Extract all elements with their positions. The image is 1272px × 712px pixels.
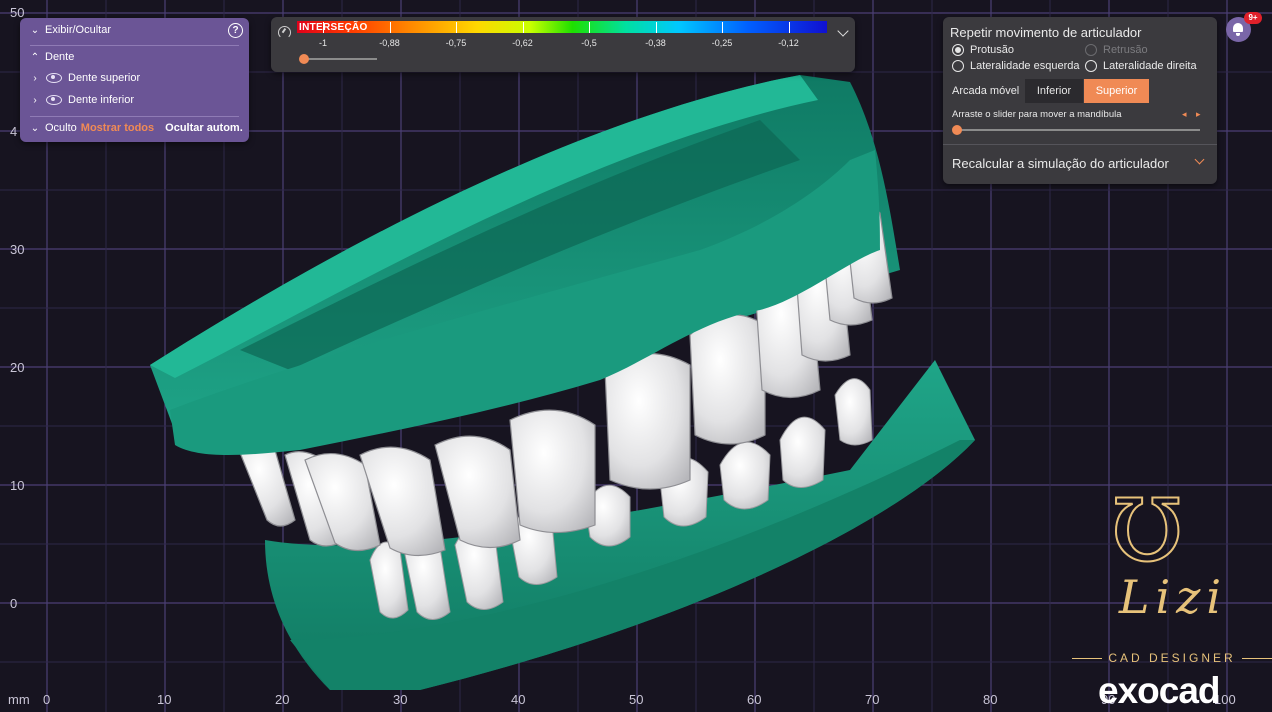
scale-slider-track[interactable] bbox=[301, 58, 377, 60]
x-tick-label: 0 bbox=[43, 692, 51, 707]
scale-tick bbox=[722, 22, 723, 33]
show-all-link[interactable]: Mostrar todos bbox=[81, 122, 154, 134]
recalculate-row[interactable]: Recalcular a simulação do articulador bbox=[943, 145, 1217, 184]
y-tick-label: 10 bbox=[10, 478, 25, 493]
moving-arch-label: Arcada móvel bbox=[952, 85, 1020, 97]
divider bbox=[30, 116, 239, 117]
chevron-right-icon[interactable]: › bbox=[28, 95, 42, 106]
scale-tick bbox=[522, 22, 524, 33]
arch-button-superior[interactable]: Superior bbox=[1084, 79, 1149, 103]
eye-icon[interactable] bbox=[46, 73, 62, 83]
scale-slider-knob[interactable] bbox=[299, 54, 309, 64]
radio-indicator bbox=[952, 60, 964, 72]
x-tick-label: 70 bbox=[865, 692, 880, 707]
group-label: Dente bbox=[45, 51, 75, 63]
gauge-icon[interactable] bbox=[278, 26, 291, 39]
radio-label: Retrusão bbox=[1103, 44, 1148, 56]
scale-tick-label: -0,12 bbox=[778, 38, 799, 48]
hidden-label: Oculto bbox=[45, 122, 77, 134]
scale-tick-label: -0,25 bbox=[711, 38, 733, 48]
recalculate-label: Recalcular a simulação do articulador bbox=[952, 156, 1169, 171]
y-tick-label: 20 bbox=[10, 360, 25, 375]
chevron-right-icon[interactable]: ▸ bbox=[1196, 109, 1201, 120]
axis-unit-label: mm bbox=[8, 692, 30, 707]
radio-label: Lateralidade esquerda bbox=[970, 60, 1080, 72]
scale-title: INTERSEÇÃO bbox=[299, 22, 368, 33]
auto-hide-link[interactable]: Ocultar autom. bbox=[165, 122, 243, 134]
x-tick-label: 20 bbox=[275, 692, 290, 707]
radio-label: Protusão bbox=[970, 44, 1015, 56]
chevron-down-icon[interactable] bbox=[837, 25, 849, 37]
hidden-row: ⌄ Oculto Mostrar todos Ocultar autom. bbox=[28, 122, 243, 134]
chevron-right-icon[interactable]: › bbox=[28, 73, 42, 84]
radio-label: Lateralidade direita bbox=[1103, 60, 1197, 72]
scale-tick bbox=[788, 22, 790, 33]
x-tick-label: 10 bbox=[157, 692, 172, 707]
scale-tick bbox=[389, 22, 391, 33]
item-label: Dente superior bbox=[68, 72, 141, 84]
radio-lateralidade-esquerda[interactable]: Lateralidade esquerda bbox=[952, 60, 1079, 72]
chevron-up-icon: ⌃ bbox=[30, 51, 40, 63]
y-tick-label: 4 bbox=[10, 124, 18, 139]
scale-tick-label: -0,5 bbox=[581, 38, 597, 48]
radio-retrusao[interactable]: Retrusão bbox=[1085, 44, 1148, 56]
articulator-panel: Repetir movimento de articulador Protusã… bbox=[943, 17, 1217, 184]
scale-tick bbox=[655, 22, 657, 33]
scale-tick-label: -0,88 bbox=[379, 38, 400, 48]
chevron-down-icon: ⌄ bbox=[30, 24, 40, 36]
mandible-slider-track[interactable] bbox=[956, 129, 1200, 131]
bell-icon bbox=[1233, 23, 1243, 32]
chevron-left-icon[interactable]: ◂ bbox=[1182, 109, 1187, 120]
x-tick-label: 60 bbox=[747, 692, 762, 707]
chevron-down-icon[interactable]: ⌄ bbox=[28, 123, 42, 134]
radio-indicator bbox=[1085, 60, 1097, 72]
slider-hint: Arraste o slider para mover a mandíbula bbox=[952, 109, 1122, 120]
group-dente[interactable]: ⌃ Dente bbox=[28, 51, 75, 63]
visibility-header[interactable]: ⌄ Exibir/Ocultar bbox=[28, 24, 111, 36]
scale-tick bbox=[589, 22, 590, 33]
item-dente-inferior[interactable]: › Dente inferior bbox=[28, 94, 134, 106]
x-tick-label: 40 bbox=[511, 692, 526, 707]
bell-icon-clapper bbox=[1236, 33, 1240, 36]
scale-tick-label: -0,38 bbox=[645, 38, 666, 48]
visibility-panel: ⌄ Exibir/Ocultar ? ⌃ Dente › Dente super… bbox=[20, 18, 249, 142]
radio-protusao[interactable]: Protusão bbox=[952, 44, 1014, 56]
radio-indicator bbox=[1085, 44, 1097, 56]
divider bbox=[30, 45, 239, 46]
designer-logo-subtitle: CAD DESIGNER bbox=[1108, 651, 1236, 665]
notification-badge: 9+ bbox=[1244, 12, 1262, 24]
scale-tick-label: -1 bbox=[318, 38, 328, 48]
brand-tooth-logo-mark: ʊ bbox=[1110, 450, 1184, 589]
scale-tick-label: -0,75 bbox=[445, 38, 467, 48]
scale-tick bbox=[323, 22, 324, 33]
item-label: Dente inferior bbox=[68, 94, 135, 106]
x-tick-label: 80 bbox=[983, 692, 998, 707]
intersection-scale-panel: INTERSEÇÃO -1 -0,88 -0,75 -0,62 -0,5 -0,38 -0,… bbox=[271, 17, 855, 72]
articulator-title: Repetir movimento de articulador bbox=[950, 25, 1142, 40]
mandible-slider-knob[interactable] bbox=[952, 125, 962, 135]
exocad-logo: exocad bbox=[1098, 670, 1221, 711]
question-circle-icon[interactable]: ? bbox=[228, 23, 243, 38]
y-tick-label: 0 bbox=[10, 596, 18, 611]
arch-button-inferior[interactable]: Inferior bbox=[1025, 79, 1083, 103]
visibility-title: Exibir/Ocultar bbox=[45, 24, 112, 36]
x-tick-label: 30 bbox=[393, 692, 408, 707]
chevron-down-icon[interactable] bbox=[1194, 154, 1205, 165]
item-dente-superior[interactable]: › Dente superior bbox=[28, 72, 140, 84]
color-scale-bar bbox=[297, 21, 827, 33]
y-tick-label: 30 bbox=[10, 242, 25, 257]
eye-icon[interactable] bbox=[46, 95, 62, 105]
scale-tick-label: -0,62 bbox=[512, 38, 533, 48]
scale-tick bbox=[456, 22, 457, 33]
x-tick-label: 50 bbox=[629, 692, 644, 707]
designer-logo-name: Lizi bbox=[1118, 570, 1228, 624]
radio-indicator bbox=[952, 44, 964, 56]
radio-lateralidade-direita[interactable]: Lateralidade direita bbox=[1085, 60, 1197, 72]
